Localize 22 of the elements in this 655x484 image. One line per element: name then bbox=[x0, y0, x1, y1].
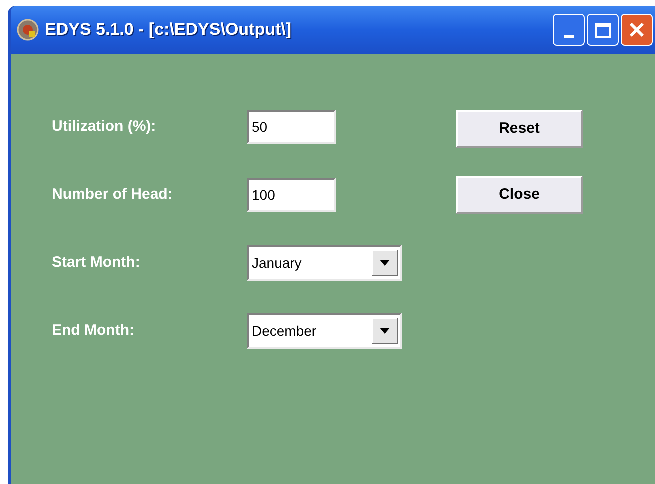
input-field[interactable]: 50 bbox=[247, 110, 336, 144]
close-button[interactable] bbox=[621, 14, 653, 46]
maximize-button[interactable] bbox=[587, 14, 619, 46]
field-label: Start Month: bbox=[52, 252, 142, 273]
field-label: Number of Head: bbox=[52, 184, 174, 205]
caret-icon bbox=[380, 260, 390, 266]
dropdown-value: December bbox=[252, 322, 317, 340]
close-icon bbox=[629, 22, 645, 38]
month-dropdown[interactable]: January bbox=[247, 245, 402, 281]
minimize-button[interactable] bbox=[553, 14, 585, 46]
caret-icon bbox=[380, 328, 390, 334]
dropdown-arrow-button[interactable] bbox=[372, 318, 398, 344]
field-label: End Month: bbox=[52, 320, 136, 341]
month-dropdown[interactable]: December bbox=[247, 313, 402, 349]
action-button[interactable]: Reset bbox=[456, 110, 583, 148]
app-logo-icon bbox=[17, 19, 39, 41]
dropdown-arrow-button[interactable] bbox=[372, 250, 398, 276]
action-button[interactable]: Close bbox=[456, 176, 583, 214]
dropdown-value: January bbox=[252, 254, 302, 273]
window-title: EDYS 5.1.0 - [c:\EDYS\Output\] bbox=[45, 19, 292, 42]
field-label: Utilization (%): bbox=[52, 116, 158, 137]
input-field[interactable]: 100 bbox=[247, 178, 336, 212]
